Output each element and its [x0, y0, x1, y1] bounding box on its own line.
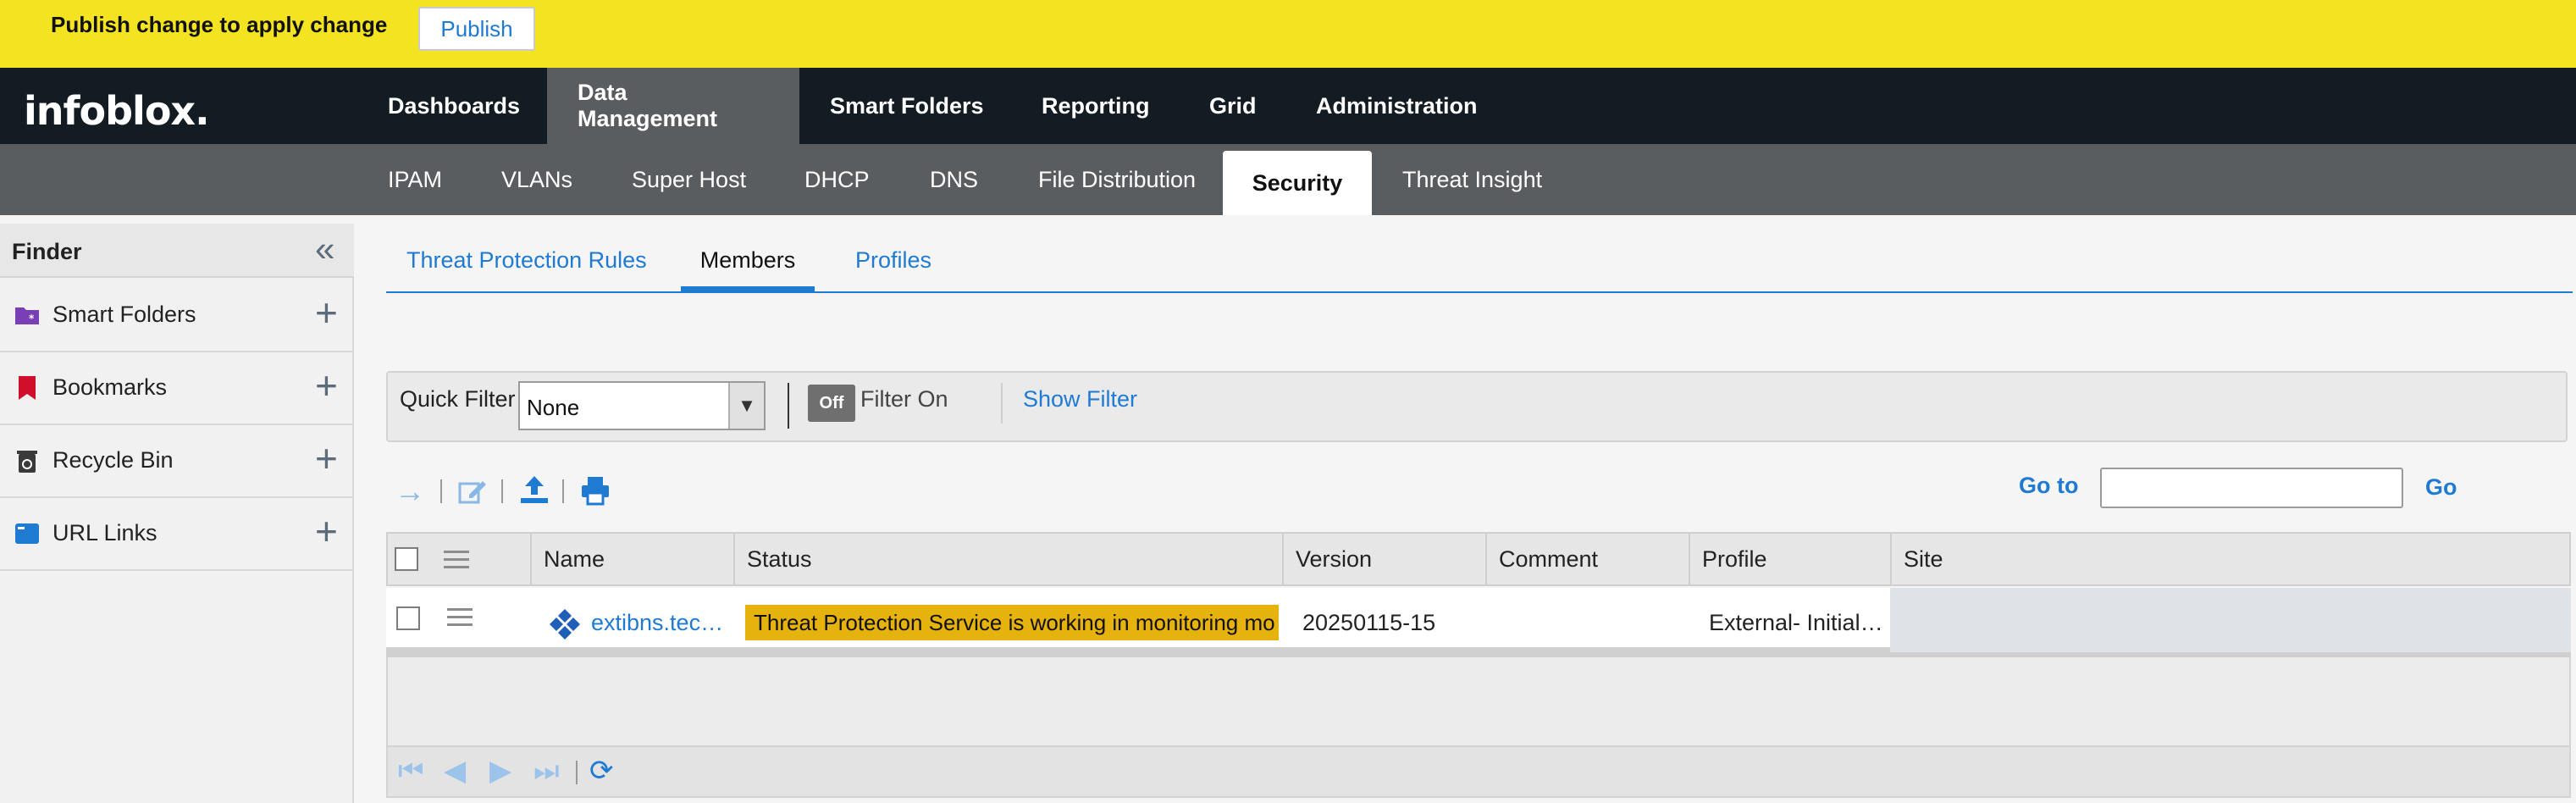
tabs-underline	[386, 291, 2573, 293]
sub-nav-ipam[interactable]: IPAM	[357, 144, 473, 215]
profile-cell: External- Initial…	[1709, 610, 1883, 635]
column-menu-icon[interactable]	[444, 551, 469, 569]
publish-banner: Publish change to apply change Publish	[0, 0, 2576, 68]
column-header-profile[interactable]: Profile	[1689, 532, 1890, 586]
last-page-icon[interactable]: ⏭	[533, 754, 560, 788]
top-nav-dashboards[interactable]: Dashboards	[357, 68, 550, 144]
column-header-version[interactable]: Version	[1282, 532, 1485, 586]
chevron-down-icon[interactable]: ▼	[728, 383, 764, 429]
finder-panel: Finder « * Smart Folders + Bookmarks + R…	[0, 224, 354, 803]
goto-input[interactable]	[2100, 468, 2403, 508]
column-header-site[interactable]: Site	[1890, 532, 2571, 586]
tab-threat-protection-rules[interactable]: Threat Protection Rules	[406, 247, 647, 291]
bookmark-icon	[19, 376, 36, 400]
top-nav-administration[interactable]: Administration	[1285, 68, 1508, 144]
finder-item-label: URL Links	[53, 520, 158, 545]
smart-folder-icon: *	[15, 307, 39, 324]
go-button[interactable]: Go	[2425, 474, 2457, 501]
top-nav-smart-folders[interactable]: Smart Folders	[799, 68, 1014, 144]
column-header-status[interactable]: Status	[733, 532, 1282, 586]
top-nav-data-management[interactable]: Data Management	[547, 68, 799, 144]
recycle-bin-icon	[17, 451, 37, 473]
quick-filter-select[interactable]: None ▼	[518, 381, 766, 430]
finder-item-smart-folders[interactable]: * Smart Folders +	[0, 280, 354, 352]
goto-label: Go to	[2019, 473, 2079, 498]
next-page-icon[interactable]: ▶	[489, 754, 511, 788]
status-badge: Threat Protection Service is working in …	[745, 605, 1279, 640]
pager-separator	[576, 761, 578, 784]
sub-nav-dns[interactable]: DNS	[899, 144, 1009, 215]
row-checkbox[interactable]	[396, 606, 420, 630]
sub-nav-threat-insight[interactable]: Threat Insight	[1372, 144, 1573, 215]
sub-nav-security[interactable]: Security	[1223, 151, 1372, 215]
finder-item-bookmarks[interactable]: Bookmarks +	[0, 352, 354, 425]
top-nav-grid[interactable]: Grid	[1179, 68, 1287, 144]
previous-page-icon[interactable]: ◀	[444, 754, 466, 788]
upload-icon[interactable]	[518, 474, 550, 507]
sub-nav-super-host[interactable]: Super Host	[601, 144, 777, 215]
column-header-comment[interactable]: Comment	[1485, 532, 1689, 586]
add-smart-folder-icon[interactable]: +	[315, 293, 338, 332]
filter-toggle[interactable]: Off	[808, 385, 855, 422]
refresh-icon[interactable]: ⟳	[589, 754, 614, 788]
collapse-icon[interactable]: «	[315, 231, 334, 267]
quick-filter-label: Quick Filter	[400, 386, 516, 412]
infoblox-logo: infoblox.	[24, 88, 210, 134]
publish-message: Publish change to apply change	[51, 12, 388, 37]
toolbar-separator	[501, 479, 503, 503]
top-nav-reporting[interactable]: Reporting	[1011, 68, 1180, 144]
filter-divider	[1001, 383, 1003, 424]
add-url-link-icon[interactable]: +	[315, 512, 338, 551]
first-page-icon[interactable]: ⏮	[398, 754, 424, 788]
filter-divider	[788, 383, 789, 429]
edit-icon[interactable]	[457, 476, 488, 507]
column-header-name[interactable]: Name	[530, 532, 733, 586]
member-icon	[550, 609, 580, 640]
arrow-right-icon[interactable]: →	[395, 474, 425, 508]
sub-nav-file-distribution[interactable]: File Distribution	[1008, 144, 1226, 215]
row-menu-icon[interactable]	[447, 608, 473, 627]
show-filter-link[interactable]: Show Filter	[1023, 386, 1137, 413]
finder-item-url-links[interactable]: URL Links +	[0, 498, 354, 571]
select-all-checkbox[interactable]	[395, 547, 418, 571]
finder-item-label: Bookmarks	[53, 374, 168, 400]
publish-button[interactable]: Publish	[418, 7, 535, 51]
toolbar-separator	[440, 479, 442, 503]
finder-item-label: Smart Folders	[53, 302, 196, 327]
filter-on-label: Filter On	[860, 386, 948, 412]
sub-nav-dhcp[interactable]: DHCP	[774, 144, 900, 215]
tab-members[interactable]: Members	[681, 247, 815, 291]
table-empty-area	[386, 657, 2571, 745]
finder-item-label: Recycle Bin	[53, 447, 174, 473]
svg-text:*: *	[29, 313, 35, 324]
site-cell	[1890, 588, 2571, 652]
version-cell: 20250115-15	[1302, 610, 1436, 635]
finder-header: Finder «	[0, 224, 354, 278]
add-bookmark-icon[interactable]: +	[315, 366, 338, 405]
member-name-link[interactable]: extibns.tec…	[591, 610, 723, 636]
toolbar-separator	[562, 479, 564, 503]
finder-item-recycle-bin[interactable]: Recycle Bin +	[0, 425, 354, 498]
finder-title: Finder	[12, 239, 82, 264]
url-link-icon	[15, 523, 39, 544]
quick-filter-value: None	[527, 395, 580, 420]
tab-profiles[interactable]: Profiles	[855, 247, 931, 291]
print-icon[interactable]	[579, 474, 611, 507]
sub-nav-vlans[interactable]: VLANs	[471, 144, 603, 215]
pagination-bar	[386, 745, 2571, 798]
add-recycle-bin-icon[interactable]: +	[315, 439, 338, 478]
